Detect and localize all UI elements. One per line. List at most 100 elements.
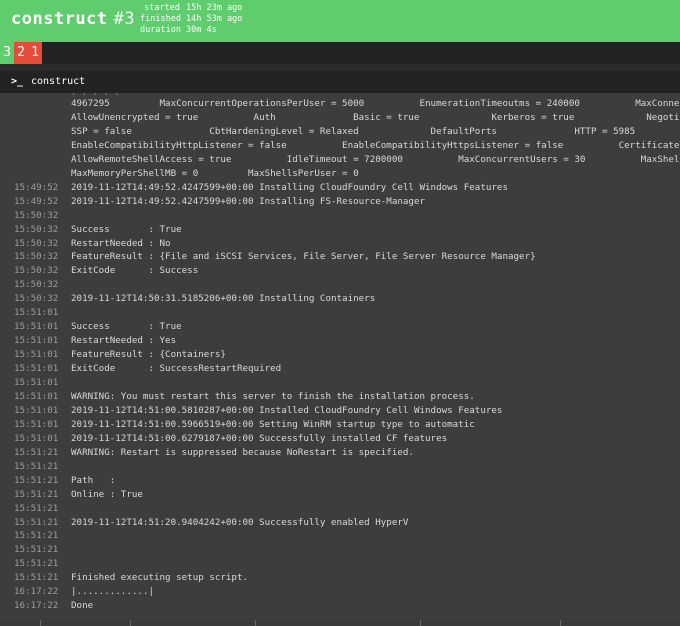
log-line: 15:51:01: [0, 306, 680, 319]
terminal-prompt-icon: >_: [11, 76, 24, 87]
build-tab-2[interactable]: 2: [14, 42, 28, 64]
log-text: Success : True: [71, 223, 182, 235]
started-row: started 15h 23m ago: [140, 3, 242, 14]
log-timestamp: 15:51:21: [14, 460, 59, 472]
log-line: 15:51:01 RestartNeeded : Yes: [0, 334, 680, 347]
log-text: Done: [71, 600, 94, 612]
log-line: 15:49:52 2019-11-12T14:49:52.4247599+00:0…: [0, 195, 680, 208]
log-text: Finished executing setup script.: [71, 572, 249, 584]
log-line: 15:51:21 2019-11-12T14:51:20.9404242+00:0…: [0, 516, 680, 529]
log-text: 2019-11-12T14:51:20.9404242+00:00 Succes…: [71, 516, 409, 528]
log-line: 15:51:01 2019-11-12T14:51:00.5966519+00:0…: [0, 418, 680, 431]
log-timestamp: 15:51:21: [14, 502, 59, 514]
log-text: Path :: [71, 474, 116, 486]
log-line: 15:51:21: [0, 502, 680, 515]
log-text: 2019-11-12T14:51:00.6279187+00:00 Succes…: [71, 432, 448, 444]
build-step-ghost: [0, 64, 680, 71]
log-line: MaxMemoryPerShellMB = 0 MaxShellsPerUser…: [0, 167, 680, 180]
log-line: 15:51:21: [0, 557, 680, 570]
build-tab-1[interactable]: 1: [28, 42, 42, 64]
log-line: 15:51:21: [0, 529, 680, 542]
log-timestamp: 15:50:32: [14, 209, 59, 221]
log-timestamp: 15:51:01: [14, 418, 59, 430]
started-value: 15h 23m ago: [186, 3, 243, 13]
log-timestamp: 15:51:01: [14, 307, 59, 319]
log-text: RestartNeeded : No: [71, 237, 171, 249]
log-text: |.............|: [71, 586, 154, 598]
log-text: 2019-11-12T14:49:52.4247599+00:00 Instal…: [71, 195, 426, 207]
log-timestamp: 15:51:21: [14, 530, 59, 542]
log-line: 15:50:32: [0, 209, 680, 222]
log-line: 15:51:21 WARNING: Restart is suppressed b…: [0, 446, 680, 459]
build-tab-3[interactable]: 3: [0, 42, 14, 64]
duration-value: 30m 4s: [186, 25, 217, 35]
log-timestamp: 15:51:21: [14, 488, 59, 500]
bottom-tick: [560, 620, 561, 626]
log-timestamp: 15:51:21: [14, 544, 59, 556]
log-line: 15:51:01 FeatureResult : {Containers}: [0, 348, 680, 361]
log-line: 15:50:32 ExitCode : Success: [0, 264, 680, 277]
finished-row: finished 14h 53m ago: [140, 14, 242, 25]
log-line: 15:51:21 Path :: [0, 474, 680, 487]
log-line: 15:51:21 Finished executing setup script.: [0, 571, 680, 584]
log-line: 15:50:32 RestartNeeded : No: [0, 237, 680, 250]
log-timestamp: 15:51:21: [14, 446, 59, 458]
log-timestamp: 15:51:01: [14, 404, 59, 416]
log-line: 15:50:32 2019-11-12T14:50:31.5185206+00:0…: [0, 292, 680, 305]
log-line: AllowRemoteShellAccess = true IdleTimeou…: [0, 153, 680, 166]
log-timestamp: 15:49:52: [14, 195, 59, 207]
log-text: FeatureResult : {File and iSCSI Services…: [71, 251, 536, 263]
step-header[interactable]: >_ construct: [0, 71, 680, 93]
log-text: SSP = false CbtHardeningLevel = Relaxed …: [71, 125, 636, 137]
log-text: Success : True: [71, 321, 182, 333]
log-line: 15:50:32: [0, 278, 680, 291]
finished-label: finished: [140, 14, 181, 24]
log-text: EnableCompatibilityHttpListener = false …: [71, 139, 680, 151]
duration-row: duration 30m 4s: [140, 25, 242, 36]
log-line: 16:17:22 Done: [0, 599, 680, 612]
log-line: 4967295 MaxConcurrentOperationsPerUser =…: [0, 97, 680, 110]
log-text: AllowUnencrypted = true Auth Basic = tru…: [71, 111, 680, 123]
bottom-tick: [420, 620, 421, 626]
build-timing: started 15h 23m ago finished 14h 53m ago d…: [140, 3, 242, 36]
log-line: SSP = false CbtHardeningLevel = Relaxed …: [0, 125, 680, 138]
log-line: 15:51:01 2019-11-12T14:51:00.6279187+00:0…: [0, 432, 680, 445]
step-name: construct: [31, 76, 86, 87]
log-text: 2019-11-12T14:49:52.4247599+00:00 Instal…: [71, 181, 508, 193]
log-timestamp: 15:51:21: [14, 474, 59, 486]
log-bottom-edge: [0, 618, 680, 626]
log-line: 15:50:32 FeatureResult : {File and iSCSI …: [0, 250, 680, 263]
log-text: FeatureResult : {Containers}: [71, 349, 226, 361]
started-label: started: [144, 3, 180, 13]
log-timestamp: 15:50:32: [14, 279, 59, 291]
log-text: WARNING: Restart is suppressed because N…: [71, 446, 414, 458]
log-text: Online : True: [71, 488, 143, 500]
log-timestamp: 15:51:01: [14, 377, 59, 388]
log-line: EnableCompatibilityHttpListener = false …: [0, 139, 680, 152]
bottom-tick: [130, 620, 131, 626]
build-log[interactable]: , , , , , 4967295 MaxConcurrentOperation…: [0, 93, 680, 626]
builds-bar: 3 2 1: [0, 42, 680, 64]
log-timestamp: 15:51:01: [14, 432, 59, 444]
build-header: construct #3 started 15h 23m ago finished 1…: [0, 0, 680, 42]
log-timestamp: 15:51:01: [14, 321, 59, 333]
log-timestamp: 15:50:32: [14, 265, 59, 277]
log-timestamp: 15:51:01: [14, 390, 59, 402]
log-text: RestartNeeded : Yes: [71, 335, 177, 347]
log-line: 15:51:01 WARNING: You must restart this s…: [0, 390, 680, 403]
log-timestamp: 15:51:01: [14, 363, 59, 375]
log-line: 15:49:52 2019-11-12T14:49:52.4247599+00:0…: [0, 181, 680, 194]
log-line: 15:51:21 Online : True: [0, 488, 680, 501]
log-timestamp: 15:51:21: [14, 516, 59, 528]
log-timestamp: 15:51:21: [14, 572, 59, 584]
log-line: 16:17:22 |.............|: [0, 585, 680, 598]
bottom-tick: [255, 620, 256, 626]
log-line: 15:50:32 Success : True: [0, 223, 680, 236]
log-text: 2019-11-12T14:51:00.5810287+00:00 Instal…: [71, 404, 503, 416]
log-line: 15:51:01 2019-11-12T14:51:00.5810287+00:0…: [0, 404, 680, 417]
log-line: 15:51:21: [0, 460, 680, 473]
log-text: WARNING: You must restart this server to…: [71, 390, 475, 402]
log-text: ExitCode : SuccessRestartRequired: [71, 363, 282, 375]
log-text: 4967295 MaxConcurrentOperationsPerUser =…: [71, 98, 680, 109]
log-text: AllowRemoteShellAccess = true IdleTimeou…: [71, 153, 680, 165]
